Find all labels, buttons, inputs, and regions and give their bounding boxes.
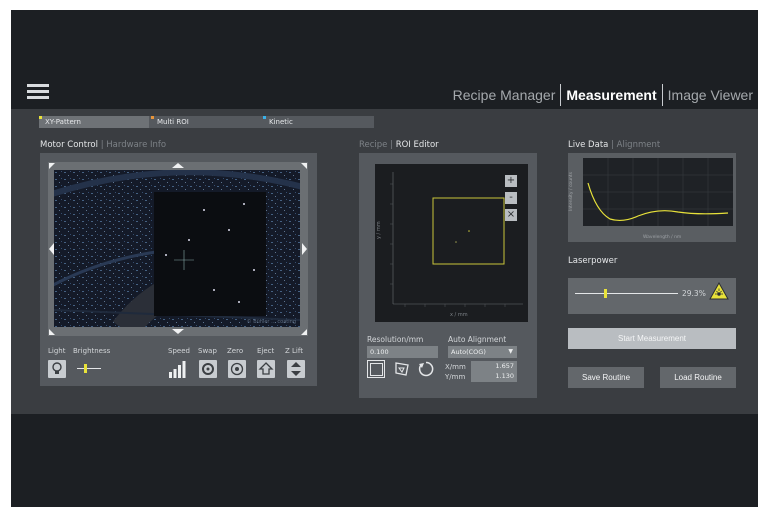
auto-alignment-value: Auto(COG) bbox=[451, 348, 486, 356]
up-down-arrows-icon bbox=[291, 362, 301, 376]
move-right-icon[interactable] bbox=[302, 243, 307, 255]
motor-control-header: Motor Control | Hardware Info bbox=[40, 140, 167, 150]
swap-icon bbox=[202, 363, 214, 375]
motor-control-title: Motor Control bbox=[40, 140, 98, 150]
move-up-left-icon[interactable] bbox=[49, 163, 55, 169]
x-position-label: X/mm bbox=[445, 363, 466, 371]
nav-image-viewer[interactable]: Image Viewer bbox=[663, 87, 758, 103]
zero-button[interactable] bbox=[228, 360, 246, 378]
laserpower-label: Laserpower bbox=[568, 256, 618, 266]
brightness-label: Brightness bbox=[73, 347, 111, 355]
move-down-left-icon[interactable] bbox=[49, 329, 55, 335]
move-up-icon[interactable] bbox=[172, 163, 184, 168]
roi-add-button[interactable]: + bbox=[505, 175, 517, 187]
move-up-right-icon[interactable] bbox=[301, 163, 307, 169]
spectrum-chart: Intensity / counts Wavelength / nm bbox=[568, 153, 736, 242]
move-left-icon[interactable] bbox=[49, 243, 54, 255]
x-position-value: 1.657 bbox=[495, 362, 514, 370]
swap-button[interactable] bbox=[199, 360, 217, 378]
eject-icon bbox=[258, 362, 274, 375]
nav-measurement[interactable]: Measurement bbox=[561, 87, 661, 103]
move-down-right-icon[interactable] bbox=[301, 329, 307, 335]
roi-plot-canvas: y / mm x / mm bbox=[376, 172, 523, 318]
hardware-info-link[interactable]: Hardware Info bbox=[106, 140, 166, 150]
rectangle-tool-button[interactable] bbox=[367, 360, 385, 378]
alignment-link[interactable]: Alignment bbox=[617, 140, 661, 150]
app-window: Recipe Manager Measurement Image Viewer … bbox=[11, 10, 758, 507]
tab-kinetic[interactable]: Kinetic bbox=[263, 116, 374, 128]
menu-icon[interactable] bbox=[27, 84, 49, 100]
roi-editor-title: ROI Editor bbox=[395, 140, 439, 150]
save-routine-button[interactable]: Save Routine bbox=[568, 367, 644, 388]
resolution-label: Resolution/mm bbox=[367, 335, 424, 344]
live-data-header: Live Data | Alignment bbox=[568, 140, 661, 150]
eject-button[interactable] bbox=[257, 360, 275, 378]
tab-multi-roi[interactable]: Multi ROI bbox=[151, 116, 261, 128]
start-measurement-button[interactable]: Start Measurement bbox=[568, 328, 736, 349]
auto-alignment-label: Auto Alignment bbox=[448, 335, 507, 344]
rectangle-icon bbox=[370, 363, 383, 376]
auto-alignment-select[interactable]: Auto(COG) ▼ bbox=[448, 346, 517, 358]
laser-warning-icon bbox=[709, 282, 729, 300]
camera-image bbox=[54, 170, 300, 327]
tab-label: Multi ROI bbox=[157, 118, 189, 126]
signal-bars-icon bbox=[169, 361, 186, 378]
tab-color-marker bbox=[263, 116, 266, 119]
speed-label: Speed bbox=[168, 347, 190, 355]
tab-label: Kinetic bbox=[269, 118, 293, 126]
light-label: Light bbox=[48, 347, 66, 355]
polygon-icon bbox=[395, 362, 409, 376]
brightness-slider-knob[interactable] bbox=[83, 364, 87, 373]
y-position-label: Y/mm bbox=[445, 373, 466, 381]
laserpower-slider-knob[interactable] bbox=[603, 289, 607, 298]
roi-plot[interactable]: y / mm x / mm bbox=[375, 164, 528, 322]
tab-label: XY-Pattern bbox=[45, 118, 81, 126]
move-down-icon[interactable] bbox=[172, 329, 184, 334]
top-nav: Recipe Manager Measurement Image Viewer bbox=[448, 84, 758, 106]
load-routine-button[interactable]: Load Routine bbox=[660, 367, 736, 388]
recipe-link[interactable]: Recipe bbox=[359, 140, 387, 150]
tab-color-marker bbox=[39, 116, 42, 119]
roi-editor-header: Recipe | ROI Editor bbox=[359, 140, 439, 150]
brightness-slider[interactable] bbox=[77, 364, 101, 373]
camera-watermark: © Bühler ... coating bbox=[246, 319, 296, 325]
lightbulb-icon bbox=[52, 362, 62, 374]
target-icon bbox=[230, 362, 244, 376]
eject-label: Eject bbox=[257, 347, 275, 355]
tab-xy-pattern[interactable]: XY-Pattern bbox=[39, 116, 149, 128]
roi-close-button[interactable]: × bbox=[505, 209, 517, 221]
tab-color-marker bbox=[151, 116, 154, 119]
nav-recipe-manager[interactable]: Recipe Manager bbox=[448, 87, 561, 103]
resolution-input[interactable]: 0.100 bbox=[367, 346, 438, 358]
roi-remove-button[interactable]: - bbox=[505, 192, 517, 204]
swap-label: Swap bbox=[198, 347, 217, 355]
roi-x-axis-label: x / mm bbox=[450, 312, 468, 318]
roi-y-axis-label: y / mm bbox=[376, 221, 382, 239]
position-readout: 1.657 1.130 bbox=[471, 361, 517, 382]
rotate-icon bbox=[418, 361, 434, 377]
zlift-button[interactable] bbox=[287, 360, 305, 378]
live-data-plot: Intensity / counts Wavelength / nm bbox=[568, 153, 736, 242]
live-y-axis-label: Intensity / counts bbox=[568, 171, 574, 211]
speed-button[interactable] bbox=[168, 360, 186, 378]
laserpower-slider[interactable] bbox=[575, 289, 678, 298]
live-data-title: Live Data bbox=[568, 140, 609, 150]
laserpower-value: 29.3% bbox=[682, 289, 706, 298]
camera-view[interactable]: © Bühler ... coating bbox=[54, 170, 300, 327]
rotate-tool-button[interactable] bbox=[417, 360, 435, 378]
live-x-axis-label: Wavelength / nm bbox=[643, 234, 681, 240]
zero-label: Zero bbox=[227, 347, 244, 355]
chevron-down-icon: ▼ bbox=[508, 348, 513, 355]
polygon-tool-button[interactable] bbox=[393, 360, 411, 378]
zlift-label: Z Lift bbox=[285, 347, 303, 355]
y-position-value: 1.130 bbox=[495, 372, 514, 380]
light-button[interactable] bbox=[48, 360, 66, 378]
